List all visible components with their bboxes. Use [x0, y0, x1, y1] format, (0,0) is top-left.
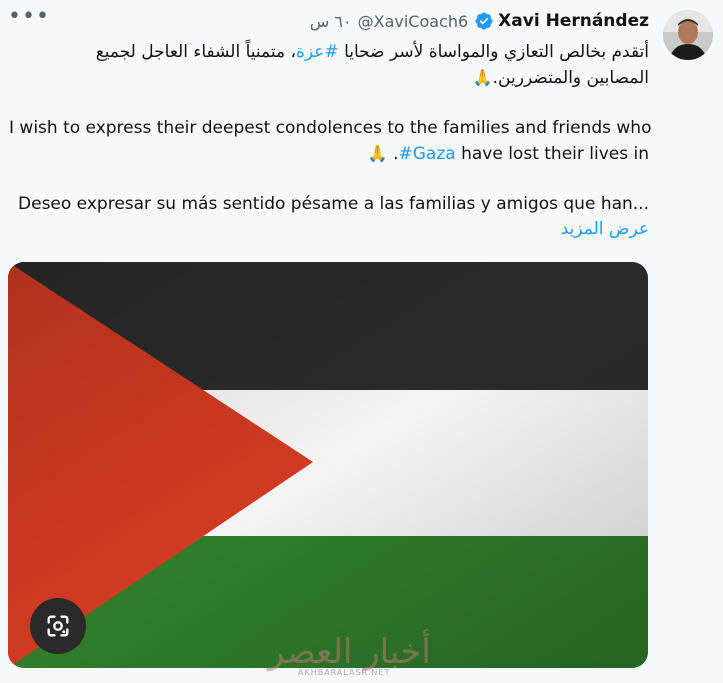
tweet-time[interactable]: ٦٠ س: [310, 12, 352, 31]
author-handle[interactable]: @XaviCoach6: [358, 12, 469, 31]
author-name[interactable]: Xavi Hernández: [498, 11, 649, 31]
tweet-media-image[interactable]: [8, 262, 648, 668]
arabic-line-1: أتقدم بخالص التعازي والمواساة لأسر ضحايا…: [9, 40, 649, 65]
tweet-text: أتقدم بخالص التعازي والمواساة لأسر ضحايا…: [9, 40, 652, 242]
pray-emoji: 🙏: [472, 68, 493, 87]
pray-emoji-2: 🙏: [367, 144, 388, 163]
english-line-1: I wish to express their deepest condolen…: [9, 118, 652, 138]
arabic-text-2: المصابين والمتضررين.: [492, 68, 649, 88]
palestine-flag-image: [8, 262, 648, 668]
arabic-text-tail: ، متمنياً الشفاء العاجل لجميع: [95, 42, 296, 62]
arabic-line-2: المصابين والمتضررين.🙏: [9, 65, 649, 91]
watermark-url: AKHBARALASR.NET: [298, 668, 391, 677]
hashtag-link-gaza[interactable]: #Gaza: [399, 144, 456, 164]
show-more-link[interactable]: عرض المزيد: [9, 217, 649, 242]
english-text-2: have lost their lives in: [461, 144, 649, 164]
watermark-logo: أخبار العصر: [268, 632, 431, 672]
more-options-icon[interactable]: •••: [8, 4, 50, 29]
hashtag-link-arabic[interactable]: #عزة: [296, 42, 339, 62]
english-line-2: 🙏 .#Gaza have lost their lives in: [9, 141, 649, 167]
google-lens-icon[interactable]: [30, 598, 86, 654]
arabic-text: أتقدم بخالص التعازي والمواساة لأسر ضحايا: [344, 42, 649, 62]
spanish-line-1: Deseo expresar su más sentido pésame a l…: [18, 194, 649, 214]
tweet-header: ٦٠ س @XaviCoach6 Xavi Hernández: [310, 11, 649, 31]
verified-badge-icon: [474, 11, 494, 31]
author-avatar[interactable]: [663, 10, 713, 60]
